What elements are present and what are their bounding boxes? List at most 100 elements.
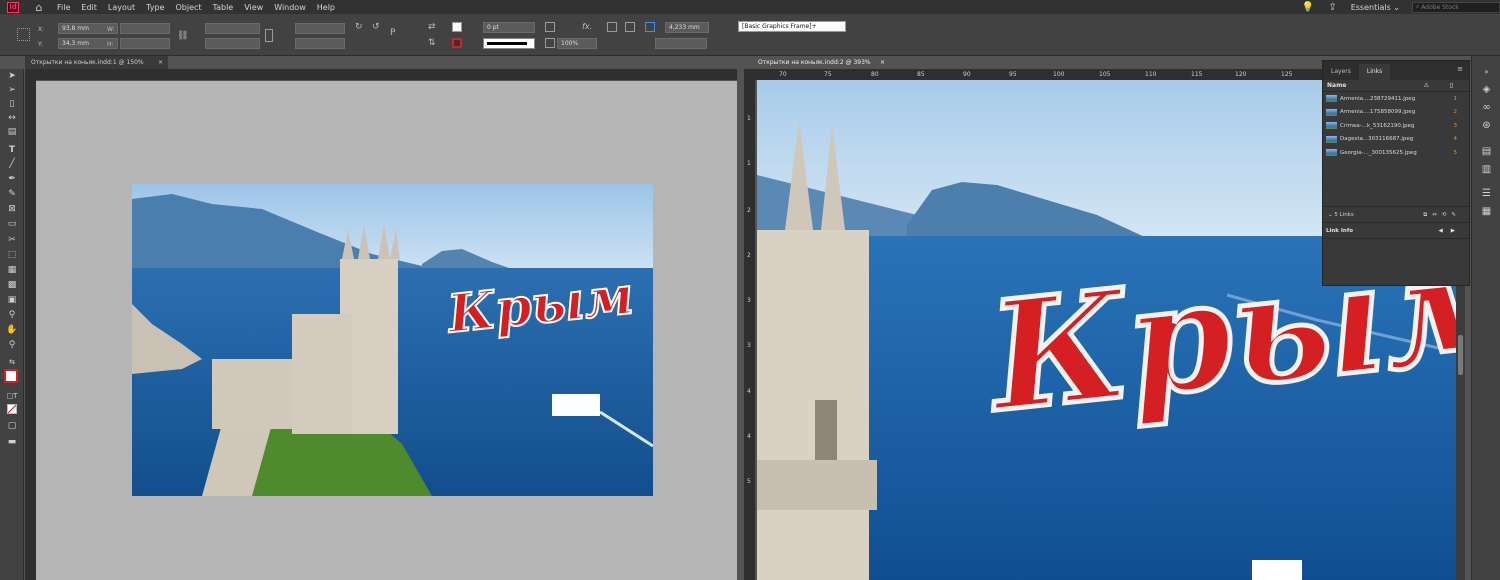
rotation-field[interactable]: [295, 23, 345, 34]
warning-icon[interactable]: ⚠: [1424, 80, 1429, 92]
prev-next-icons[interactable]: ◀▶: [1439, 223, 1463, 239]
object-style-dropdown[interactable]: [Basic Graphics Frame]+: [738, 21, 846, 32]
tab-document-page1[interactable]: Открытки на коньяк.indd:1 @ 150% ×: [25, 56, 168, 69]
line-tool-icon[interactable]: ╱: [6, 159, 18, 170]
eyedropper-tool-icon[interactable]: ⚲: [6, 310, 18, 321]
collapse-icon[interactable]: »: [1480, 66, 1493, 78]
tab-document-page2[interactable]: Открытки на коньяк.indd:2 @ 393% ×: [752, 56, 890, 69]
align-center-icon[interactable]: [625, 22, 635, 32]
link-page[interactable]: 2: [1454, 109, 1458, 115]
flip-horizontal-icon[interactable]: ⇄: [428, 22, 436, 32]
scrollbar-thumb[interactable]: [1458, 335, 1463, 375]
spacing-field[interactable]: 4,233 mm: [665, 22, 709, 33]
gradient-swatch-tool-icon[interactable]: ▦: [6, 265, 18, 276]
tab-layers[interactable]: Layers: [1323, 64, 1359, 80]
link-info-section[interactable]: Link Info ◀▶: [1323, 222, 1469, 239]
direct-selection-tool-icon[interactable]: ➢: [6, 85, 18, 96]
constrain-scale-icon[interactable]: [265, 29, 273, 42]
menu-layout[interactable]: Layout: [108, 3, 135, 12]
hand-tool-icon[interactable]: ✋: [6, 325, 18, 336]
spacing-dropdown[interactable]: [655, 38, 707, 49]
content-collector-icon[interactable]: ▤: [6, 127, 18, 138]
lightbulb-icon[interactable]: 💡: [1302, 2, 1314, 13]
gradient-feather-tool-icon[interactable]: ▩: [6, 280, 18, 291]
type-tool-icon[interactable]: T: [6, 145, 18, 156]
stroke-swatch-icon[interactable]: [452, 38, 462, 48]
postcard-artwork-small[interactable]: Крым: [132, 184, 653, 496]
height-field[interactable]: [120, 38, 170, 49]
stroke-icon[interactable]: ☰: [1480, 188, 1493, 200]
swap-fill-stroke-icon[interactable]: ⇆: [6, 357, 18, 368]
apply-none-icon[interactable]: [7, 404, 17, 414]
links-icon[interactable]: ∞: [1480, 102, 1493, 114]
effects-fx-icon[interactable]: fx.: [582, 22, 592, 31]
menu-type[interactable]: Type: [146, 3, 164, 12]
page-tool-icon[interactable]: ▯: [6, 99, 18, 110]
fill-swatch-icon[interactable]: [452, 22, 462, 32]
pen-tool-icon[interactable]: ✒: [6, 174, 18, 185]
opacity-field[interactable]: 100%: [557, 38, 597, 49]
link-page[interactable]: 3: [1454, 123, 1458, 129]
menu-view[interactable]: View: [244, 3, 263, 12]
page-icon[interactable]: ▯: [1450, 80, 1453, 92]
color-icon[interactable]: ▦: [1480, 206, 1493, 218]
scissors-tool-icon[interactable]: ✂: [6, 235, 18, 246]
tab-links[interactable]: Links: [1358, 64, 1391, 80]
menu-window[interactable]: Window: [274, 3, 306, 12]
link-page[interactable]: 1: [1454, 96, 1458, 102]
fit-content-icon[interactable]: [545, 38, 555, 48]
fitting-frame-icon[interactable]: [545, 22, 555, 32]
link-actions-icons[interactable]: ⧉⇔⟲✎: [1423, 207, 1461, 223]
link-page[interactable]: 4: [1454, 136, 1458, 142]
close-icon[interactable]: ×: [880, 56, 885, 69]
menu-edit[interactable]: Edit: [81, 3, 97, 12]
link-row[interactable]: Crimea-...k_53162190.jpeg 3: [1323, 119, 1469, 133]
stroke-type-dropdown[interactable]: [483, 38, 535, 49]
pages-icon[interactable]: ▤: [1480, 146, 1493, 158]
link-row[interactable]: Armenia....238729411.jpeg 1: [1323, 92, 1469, 106]
select-content-icon[interactable]: P: [390, 28, 395, 38]
properties-icon[interactable]: ▥: [1480, 164, 1493, 176]
preview-mode-icon[interactable]: ▬: [6, 437, 18, 448]
link-row[interactable]: Georgia-..._300135625.jpeg 5: [1323, 146, 1469, 160]
formatting-container-icon[interactable]: □T: [6, 391, 18, 402]
rectangle-frame-tool-icon[interactable]: ⊠: [6, 204, 18, 215]
constrain-proportions-icon[interactable]: ⛓: [177, 31, 188, 41]
scale-y-field[interactable]: [205, 38, 260, 49]
adobe-stock-search[interactable]: ⌕ Adobe Stock: [1412, 1, 1500, 13]
width-field[interactable]: [120, 23, 170, 34]
share-icon[interactable]: ⇪: [1328, 2, 1336, 13]
scale-x-field[interactable]: [205, 23, 260, 34]
menu-file[interactable]: File: [57, 3, 70, 12]
zoom-tool-icon[interactable]: ⚲: [6, 340, 18, 351]
close-icon[interactable]: ×: [158, 56, 163, 69]
chevron-down-icon[interactable]: ⌄: [1328, 212, 1333, 218]
link-row[interactable]: Armenia....175858099.jpeg 2: [1323, 106, 1469, 120]
cc-libraries-icon[interactable]: ⊛: [1480, 120, 1493, 132]
shear-field[interactable]: [295, 38, 345, 49]
rotate-cw-icon[interactable]: ↻: [355, 22, 363, 32]
link-row[interactable]: Dagesta...303116687.jpeg 4: [1323, 133, 1469, 147]
selection-tool-icon[interactable]: ➤: [6, 71, 18, 82]
menu-help[interactable]: Help: [317, 3, 335, 12]
gap-tool-icon[interactable]: ↔: [6, 113, 18, 124]
screen-mode-icon[interactable]: ▢: [6, 421, 18, 432]
fill-stroke-swatches-icon[interactable]: [4, 369, 18, 383]
stroke-weight-field[interactable]: 0 pt: [483, 22, 535, 33]
rectangle-tool-icon[interactable]: ▭: [6, 219, 18, 230]
align-left-icon[interactable]: [607, 22, 617, 32]
workspace-switcher[interactable]: Essentials ⌄: [1351, 3, 1400, 12]
link-page[interactable]: 5: [1454, 150, 1458, 156]
smart-spacing-icon[interactable]: [645, 22, 655, 32]
menu-object[interactable]: Object: [175, 3, 201, 12]
rotate-ccw-icon[interactable]: ↺: [372, 22, 380, 32]
pencil-tool-icon[interactable]: ✎: [6, 189, 18, 200]
home-icon[interactable]: ⌂: [31, 1, 47, 14]
note-tool-icon[interactable]: ▣: [6, 295, 18, 306]
panel-menu-icon[interactable]: ≡: [1457, 65, 1463, 73]
layers-icon[interactable]: ◈: [1480, 84, 1493, 96]
reference-point-icon[interactable]: [17, 28, 30, 41]
flip-vertical-icon[interactable]: ⇅: [428, 38, 436, 48]
menu-table[interactable]: Table: [213, 3, 234, 12]
free-transform-tool-icon[interactable]: ⬚: [6, 250, 18, 261]
